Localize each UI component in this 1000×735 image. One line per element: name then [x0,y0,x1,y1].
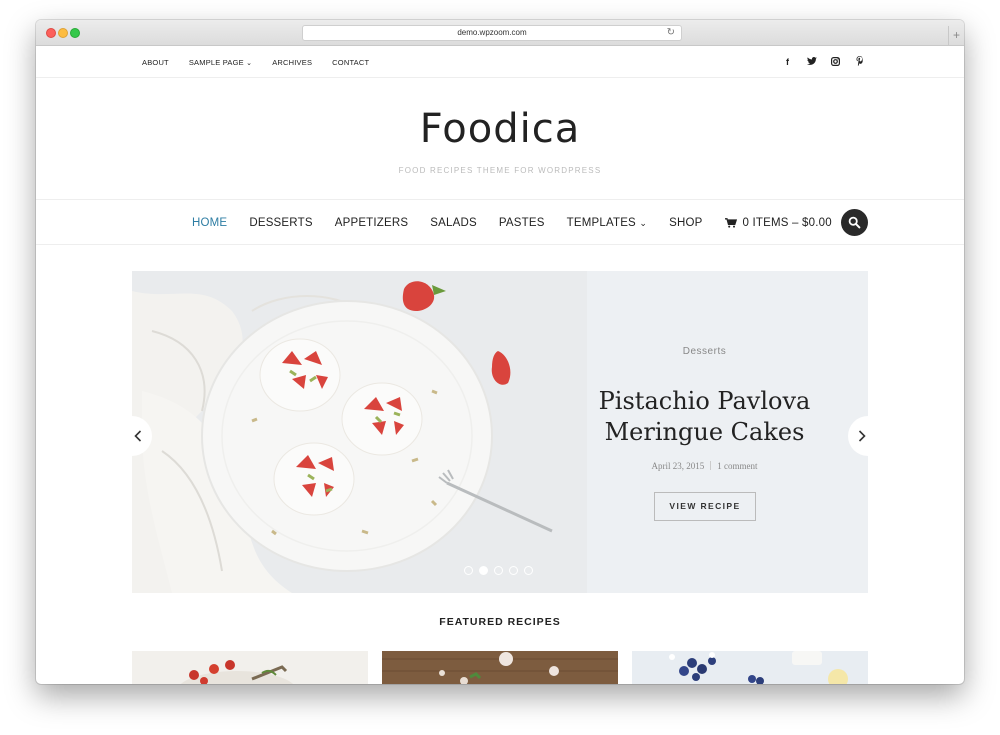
browser-chrome: demo.wpzoom.com ↻ + [36,20,964,46]
recipe-card[interactable] [632,651,868,684]
nav-item-cart[interactable]: 0 ITEMS – $0.00 [724,216,832,229]
close-window-button[interactable] [46,28,56,38]
slider-pagination [464,566,539,575]
slide-comments[interactable]: 1 comment [717,461,757,471]
chevron-right-icon [858,430,866,442]
view-recipe-button[interactable]: VIEW RECIPE [654,492,756,521]
nav-item-desserts[interactable]: DESSERTS [249,217,312,229]
recipe-card-image [382,651,618,684]
pinterest-icon[interactable] [855,56,864,68]
social-links: f [768,46,864,78]
top-link-contact[interactable]: CONTACT [332,58,369,67]
site-logo[interactable]: Foodica [36,106,964,152]
slider-dot[interactable] [494,566,503,575]
slider-next-button[interactable] [848,416,868,456]
featured-slider: Desserts Pistachio Pavlova Meringue Cake… [132,271,868,593]
recipe-card-image [632,651,868,684]
meta-separator [710,461,712,470]
chevron-down-icon: ⌄ [246,59,253,67]
main-menu: HOME DESSERTS APPETIZERS SALADS PASTES T… [192,200,854,245]
top-menu: ABOUT SAMPLE PAGE ⌄ ARCHIVES CONTACT [142,46,389,78]
maximize-window-button[interactable] [70,28,80,38]
sample-page-label: SAMPLE PAGE [188,57,244,67]
slide-date: April 23, 2015 [651,461,705,471]
slide-title[interactable]: Pistachio Pavlova Meringue Cakes [587,386,822,448]
cart-summary: 0 ITEMS – $0.00 [742,216,832,229]
nav-item-salads[interactable]: SALADS [430,217,477,229]
slide-photo [132,271,587,593]
search-icon [848,216,861,229]
top-bar: ABOUT SAMPLE PAGE ⌄ ARCHIVES CONTACT f [36,46,964,78]
recipe-card[interactable] [132,651,368,684]
slider-dot-active[interactable] [479,566,488,575]
nav-item-templates[interactable]: TEMPLATES ⌄ [567,217,647,229]
templates-label: TEMPLATES [566,216,636,229]
slide-meta: April 23, 2015 1 comment [587,461,822,471]
featured-recipes-heading: FEATURED RECIPES [439,616,561,628]
twitter-icon[interactable] [807,56,817,68]
site-tagline: FOOD RECIPES THEME FOR WORDPRESS [398,166,602,175]
site-header: Foodica FOOD RECIPES THEME FOR WORDPRESS [36,78,964,200]
reload-icon[interactable]: ↻ [667,26,675,40]
slider-dot[interactable] [509,566,518,575]
slide-category[interactable]: Desserts [587,346,822,357]
main-navigation: HOME DESSERTS APPETIZERS SALADS PASTES T… [36,200,964,245]
address-bar[interactable]: demo.wpzoom.com ↻ [302,25,682,41]
chevron-left-icon [134,430,142,442]
slider-dot[interactable] [464,566,473,575]
nav-item-home[interactable]: HOME [192,217,227,229]
facebook-icon[interactable]: f [783,57,792,67]
recipe-card-image [132,651,368,684]
top-link-about[interactable]: ABOUT [142,58,169,67]
nav-item-appetizers[interactable]: APPETIZERS [335,217,409,229]
recipe-card[interactable] [382,651,618,684]
browser-window: demo.wpzoom.com ↻ + ABOUT SAMPLE PAGE ⌄ … [36,20,964,684]
chevron-down-icon: ⌄ [639,217,648,228]
nav-item-shop[interactable]: SHOP [669,217,702,229]
top-link-archives[interactable]: ARCHIVES [272,58,312,67]
top-link-sample-page[interactable]: SAMPLE PAGE ⌄ [189,58,252,67]
url-text: demo.wpzoom.com [457,28,527,37]
instagram-icon[interactable] [831,56,841,68]
slider-dot[interactable] [524,566,533,575]
search-button[interactable] [841,209,868,236]
minimize-window-button[interactable] [58,28,68,38]
new-tab-button[interactable]: + [948,26,964,46]
cart-icon [724,217,737,228]
nav-item-pastes[interactable]: PASTES [499,217,545,229]
slide-content: Desserts Pistachio Pavlova Meringue Cake… [587,271,822,593]
